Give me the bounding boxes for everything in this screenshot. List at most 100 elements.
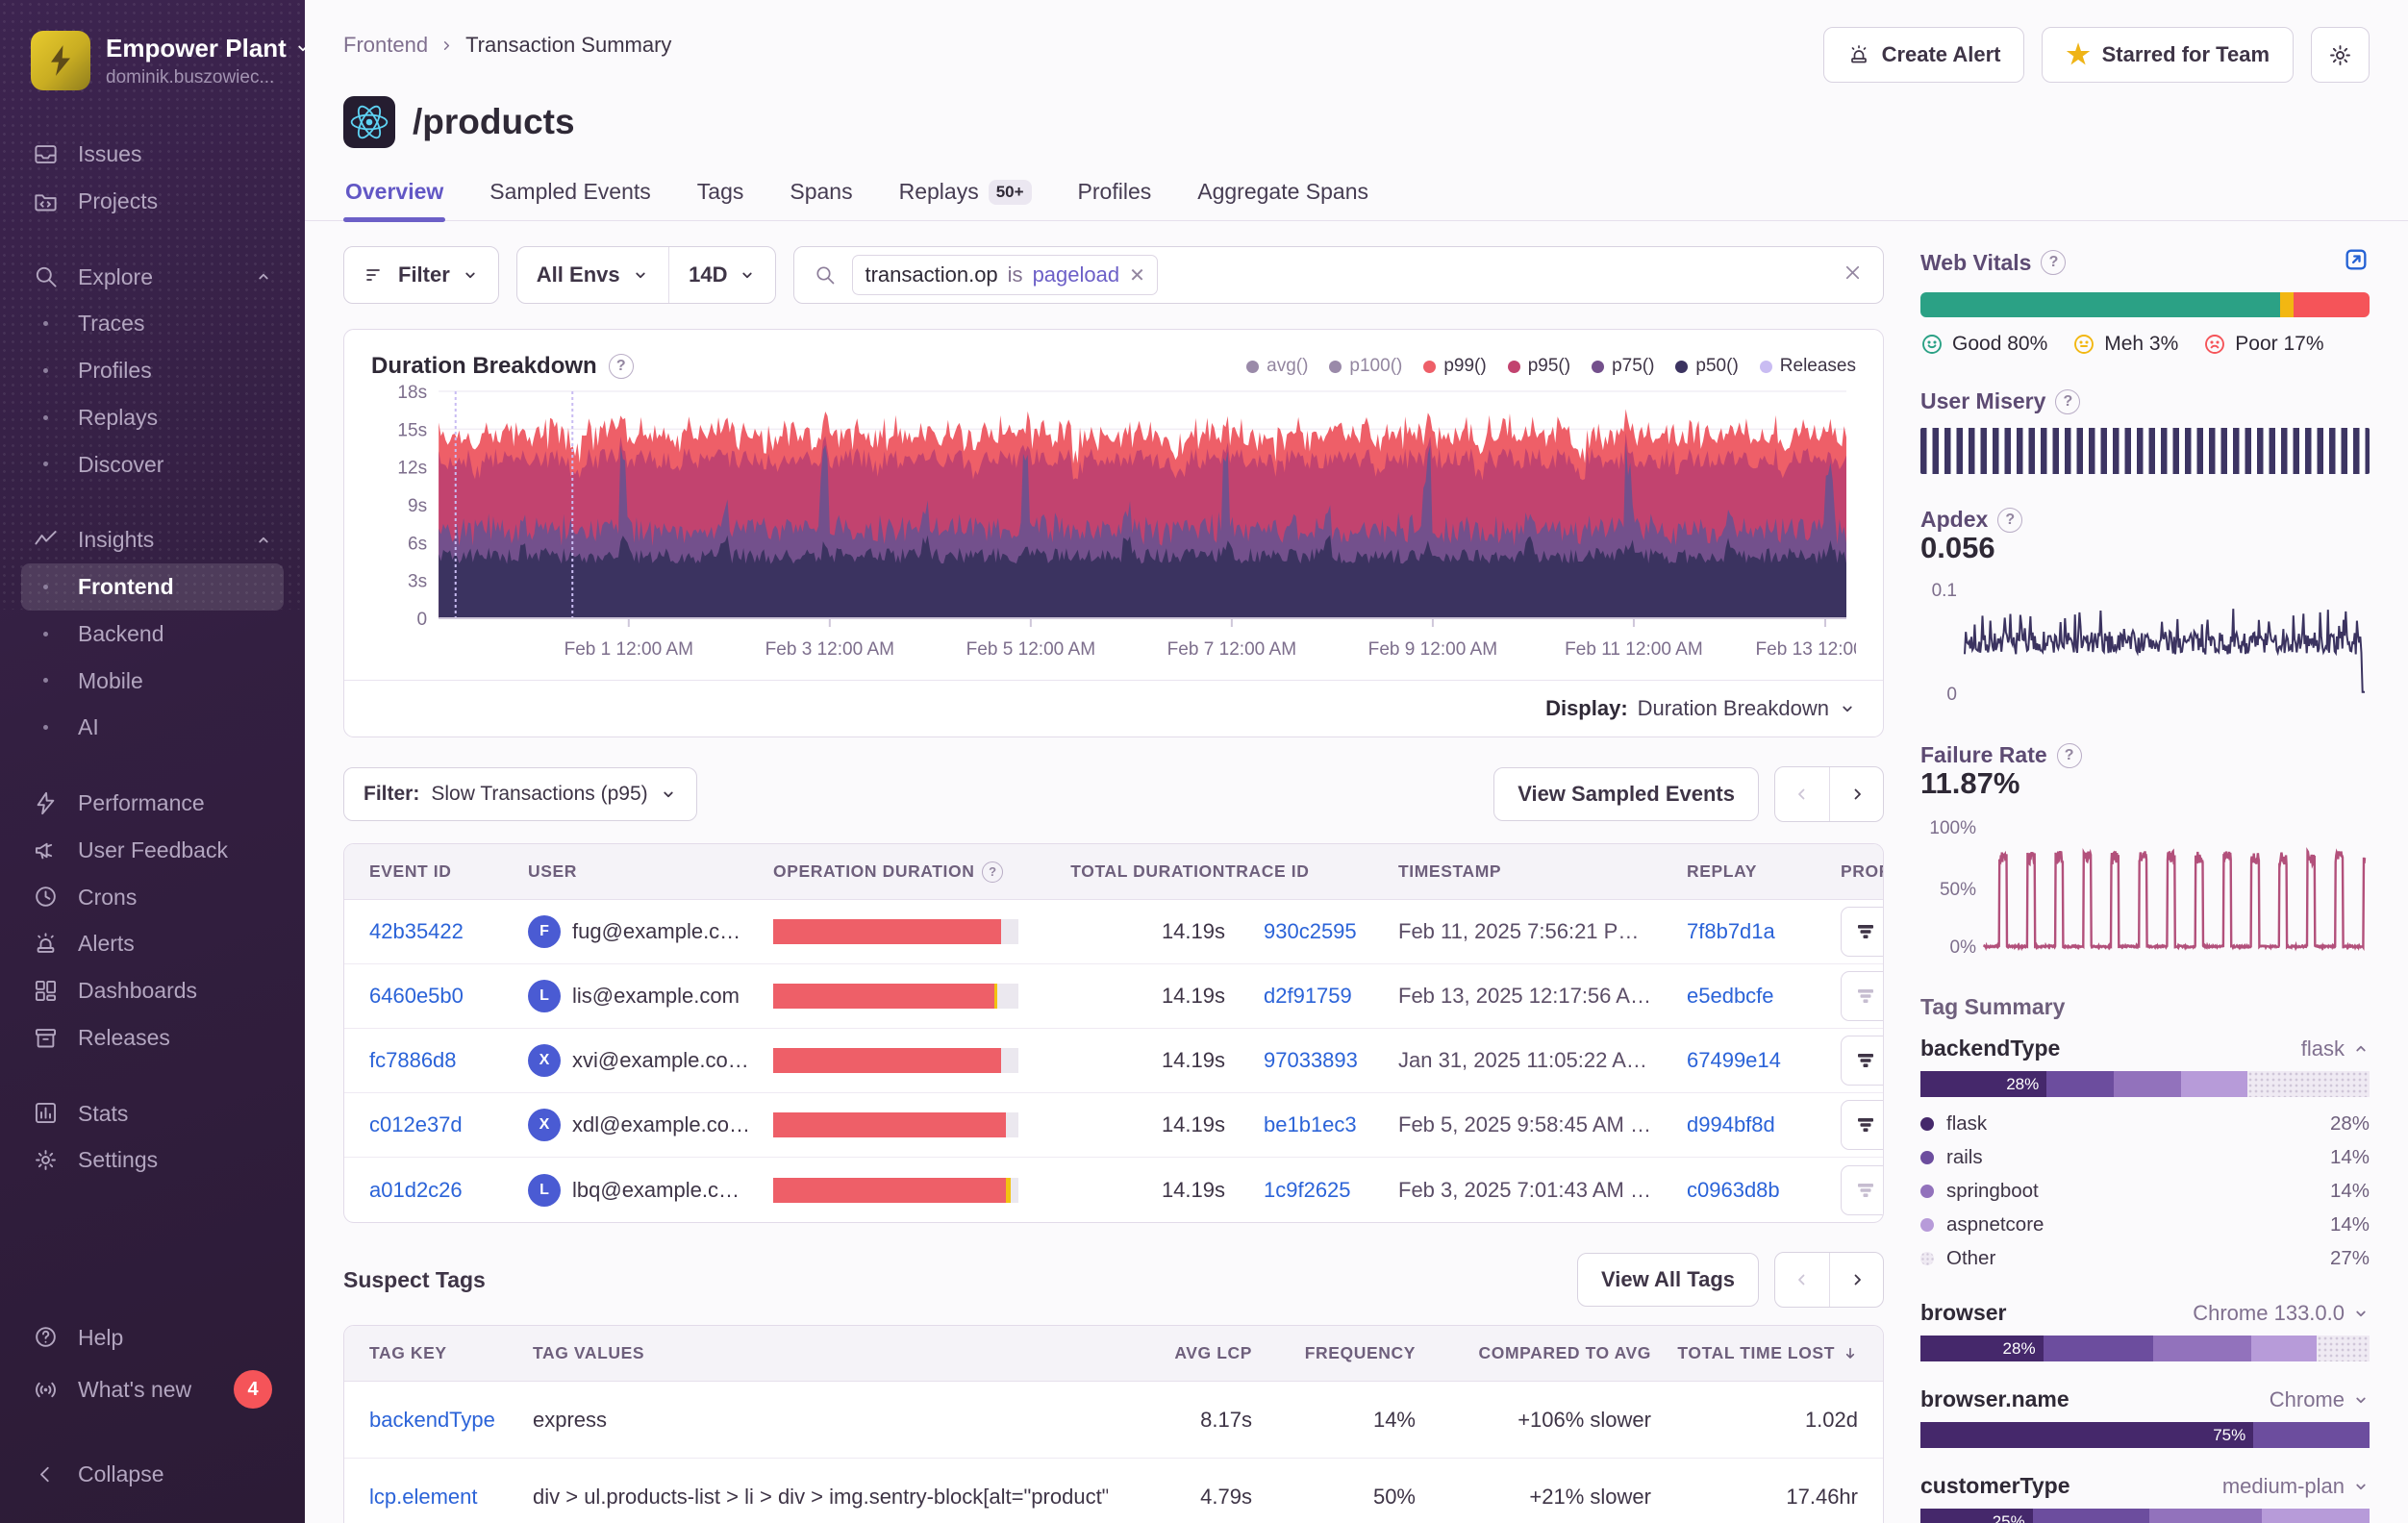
open-in-new-icon[interactable] (2343, 246, 2370, 279)
tag-key-link[interactable]: lcp.element (369, 1485, 478, 1509)
event-id-link[interactable]: fc7886d8 (369, 1048, 457, 1072)
replay-link[interactable]: 7f8b7d1a (1687, 919, 1775, 943)
sidebar-item-crons[interactable]: Crons (21, 874, 284, 921)
filter-button[interactable]: Filter (343, 246, 499, 304)
env-select[interactable]: All Envs (537, 262, 620, 287)
event-id-link[interactable]: c012e37d (369, 1112, 463, 1136)
trace-id-link[interactable]: 97033893 (1264, 1048, 1358, 1072)
sidebar-item-stats[interactable]: Stats (21, 1090, 284, 1137)
previous-page-button[interactable] (1775, 1253, 1829, 1307)
profile-button[interactable] (1841, 971, 1884, 1021)
help-icon[interactable]: ? (982, 861, 1003, 883)
trace-id-link[interactable]: d2f91759 (1264, 984, 1352, 1008)
profile-button[interactable] (1841, 1036, 1884, 1086)
legend-item-p99[interactable]: p99() (1423, 356, 1486, 377)
period-select[interactable]: 14D (689, 262, 727, 287)
event-id-link[interactable]: 6460e5b0 (369, 984, 464, 1008)
sidebar-item-issues[interactable]: Issues (21, 131, 284, 178)
legend-item-p95[interactable]: p95() (1508, 356, 1570, 377)
tag-legend-item[interactable]: Other27% (1920, 1241, 2370, 1275)
tag-legend-item[interactable]: aspnetcore14% (1920, 1208, 2370, 1241)
tag-key-link[interactable]: backendType (369, 1408, 495, 1432)
event-id-link[interactable]: 42b35422 (369, 919, 464, 943)
sidebar-item-dashboards[interactable]: Dashboards (21, 967, 284, 1014)
profile-button[interactable] (1841, 1100, 1884, 1150)
create-alert-button[interactable]: Create Alert (1823, 27, 2025, 83)
search-token[interactable]: transaction.op is pageload ✕ (852, 255, 1157, 295)
tag-legend-item[interactable]: rails14% (1920, 1140, 2370, 1174)
legend-item-p100[interactable]: p100() (1329, 356, 1402, 377)
profile-button[interactable] (1841, 1165, 1884, 1215)
next-page-button[interactable] (1829, 767, 1883, 821)
sidebar-item-alerts[interactable]: Alerts (21, 920, 284, 967)
tag-value-dropdown[interactable]: Chrome (2270, 1387, 2370, 1412)
replay-link[interactable]: 67499e14 (1687, 1048, 1781, 1072)
settings-button[interactable] (2311, 27, 2370, 83)
help-icon[interactable]: ? (2055, 389, 2080, 414)
breadcrumb-frontend[interactable]: Frontend (343, 33, 428, 58)
token-remove-icon[interactable]: ✕ (1129, 263, 1145, 287)
sidebar-item-projects[interactable]: Projects (21, 178, 284, 225)
trace-id-link[interactable]: 1c9f2625 (1264, 1178, 1351, 1202)
help-icon[interactable]: ? (2057, 743, 2082, 768)
starred-for-team-button[interactable]: ★ Starred for Team (2042, 27, 2294, 83)
org-switcher[interactable]: Empower Plant dominik.buszowiec... (31, 31, 280, 90)
tab-tags[interactable]: Tags (695, 173, 746, 220)
search-clear-icon[interactable] (1842, 262, 1864, 289)
legend-item-avg[interactable]: avg() (1246, 356, 1308, 377)
sidebar-item-discover[interactable]: Discover (21, 441, 284, 488)
replay-link[interactable]: c0963d8b (1687, 1178, 1780, 1202)
sidebar-collapse-button[interactable]: Collapse (21, 1451, 284, 1498)
legend-item-Releases[interactable]: Releases (1760, 356, 1856, 377)
trace-id-link[interactable]: 930c2595 (1264, 919, 1357, 943)
tab-overview[interactable]: Overview (343, 173, 445, 220)
previous-page-button[interactable] (1775, 767, 1829, 821)
sidebar-item-releases[interactable]: Releases (21, 1014, 284, 1061)
tab-replays[interactable]: Replays50+ (897, 173, 1034, 220)
help-icon[interactable]: ? (1997, 508, 2022, 533)
tag-value-dropdown[interactable]: Chrome 133.0.0 (2193, 1301, 2370, 1326)
web-vitals-bar[interactable] (1920, 292, 2370, 317)
sidebar-item-traces[interactable]: Traces (21, 300, 284, 347)
tag-distribution-bar[interactable]: 75% (1920, 1422, 2370, 1448)
tab-aggregate-spans[interactable]: Aggregate Spans (1195, 173, 1370, 220)
next-page-button[interactable] (1829, 1253, 1883, 1307)
replay-link[interactable]: d994bf8d (1687, 1112, 1775, 1136)
transactions-filter-dropdown[interactable]: Filter: Slow Transactions (p95) (343, 767, 697, 821)
sidebar-item-settings[interactable]: Settings (21, 1136, 284, 1184)
tag-distribution-bar[interactable]: 25% (1920, 1509, 2370, 1523)
view-sampled-events-button[interactable]: View Sampled Events (1493, 767, 1759, 821)
sidebar-item-user-feedback[interactable]: User Feedback (21, 827, 284, 874)
sidebar-item-explore[interactable]: Explore (21, 254, 284, 301)
duration-breakdown-chart[interactable]: 18s15s12s9s6s3s0Feb 1 12:00 AMFeb 3 12:0… (371, 380, 1856, 668)
sidebar-item-profiles[interactable]: Profiles (21, 347, 284, 394)
sidebar-item-help[interactable]: Help (21, 1314, 284, 1361)
sidebar-item-mobile[interactable]: Mobile (21, 658, 284, 705)
sidebar-item-replays[interactable]: Replays (21, 394, 284, 441)
tag-value-dropdown[interactable]: medium-plan (2222, 1474, 2370, 1499)
sidebar-item-insights[interactable]: Insights (21, 516, 284, 563)
display-dropdown[interactable]: Display: Duration Breakdown (344, 680, 1883, 737)
profile-button[interactable] (1841, 907, 1884, 957)
sidebar-item-ai[interactable]: AI (21, 704, 284, 751)
tag-legend-item[interactable]: flask28% (1920, 1107, 2370, 1140)
view-all-tags-button[interactable]: View All Tags (1577, 1253, 1759, 1307)
tag-distribution-bar[interactable]: 28% (1920, 1071, 2370, 1097)
search-input[interactable]: transaction.op is pageload ✕ (793, 246, 1884, 304)
tag-distribution-bar[interactable]: 28% (1920, 1336, 2370, 1361)
sidebar-item-backend[interactable]: Backend (21, 611, 284, 658)
tab-profiles[interactable]: Profiles (1076, 173, 1154, 220)
trace-id-link[interactable]: be1b1ec3 (1264, 1112, 1357, 1136)
tab-sampled-events[interactable]: Sampled Events (488, 173, 652, 220)
sidebar-item-frontend[interactable]: Frontend (21, 563, 284, 611)
event-id-link[interactable]: a01d2c26 (369, 1178, 463, 1202)
legend-item-p75[interactable]: p75() (1592, 356, 1654, 377)
sidebar-item-performance[interactable]: Performance (21, 780, 284, 827)
tab-spans[interactable]: Spans (788, 173, 854, 220)
replay-link[interactable]: e5edbcfe (1687, 984, 1774, 1008)
help-icon[interactable]: ? (2041, 250, 2066, 275)
tag-value-dropdown[interactable]: flask (2301, 1036, 2370, 1061)
sidebar-item-what-s-new[interactable]: What's new4 (21, 1361, 284, 1418)
legend-item-p50[interactable]: p50() (1675, 356, 1738, 377)
help-icon[interactable]: ? (609, 354, 634, 379)
